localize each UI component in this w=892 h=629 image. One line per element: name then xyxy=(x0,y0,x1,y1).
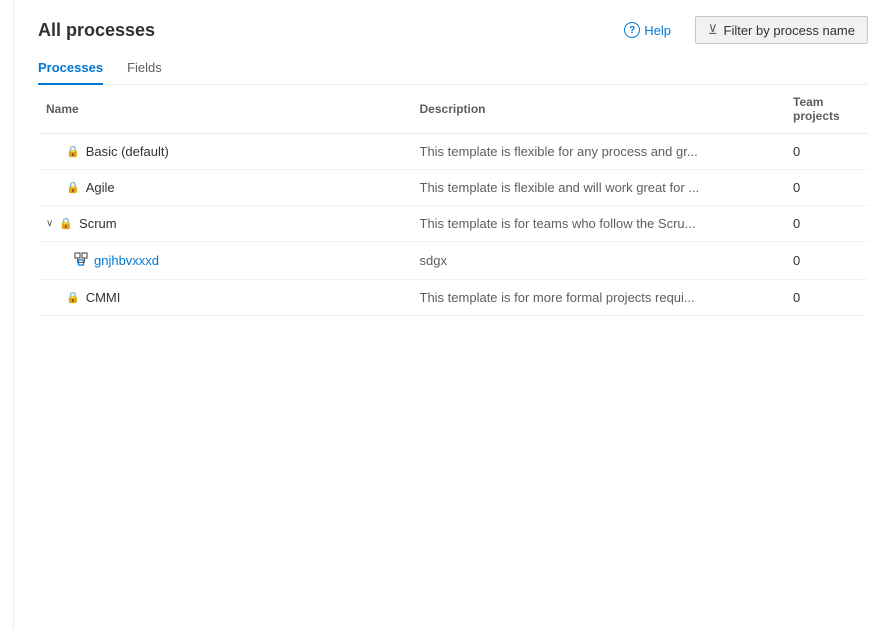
process-name-agile: Agile xyxy=(86,180,115,195)
table-row: ∨ 🔒 Scrum This template is for teams who fo… xyxy=(38,206,868,242)
tab-fields[interactable]: Fields xyxy=(127,52,162,85)
lock-icon: 🔒 xyxy=(66,291,80,304)
name-cell-scrum: ∨ 🔒 Scrum xyxy=(46,216,404,231)
processes-table-container: Name Description Team projects 🔒 Basic (d… xyxy=(38,85,868,629)
processes-table: Name Description Team projects 🔒 Basic (d… xyxy=(38,85,868,316)
description-cell-gnjhbvxxxd: sdgx xyxy=(412,242,786,280)
help-button[interactable]: ? Help xyxy=(616,18,679,42)
page-title: All processes xyxy=(38,20,155,41)
expand-chevron-scrum[interactable]: ∨ xyxy=(46,218,53,229)
col-header-team-projects: Team projects xyxy=(785,85,868,134)
help-icon: ? xyxy=(624,22,640,38)
lock-icon: 🔒 xyxy=(59,217,73,230)
table-row: 🔒 CMMI This template is for more formal pr… xyxy=(38,280,868,316)
page-header: All processes ? Help ⊻ Filter by process… xyxy=(38,16,868,44)
filter-label: Filter by process name xyxy=(724,23,856,38)
table-row: gnjhbvxxxd sdgx0 xyxy=(38,242,868,280)
tabs-bar: Processes Fields xyxy=(38,52,868,85)
table-row: 🔒 Basic (default) This template is flexibl… xyxy=(38,134,868,170)
help-label: Help xyxy=(644,23,671,38)
header-actions: ? Help ⊻ Filter by process name xyxy=(616,16,868,44)
description-cell-basic: This template is flexible for any proces… xyxy=(412,134,786,170)
description-cell-scrum: This template is for teams who follow th… xyxy=(412,206,786,242)
table-header-row: Name Description Team projects xyxy=(38,85,868,134)
name-cell-cmmi: 🔒 CMMI xyxy=(46,290,404,305)
lock-icon: 🔒 xyxy=(66,181,80,194)
process-name-link-gnjhbvxxxd[interactable]: gnjhbvxxxd xyxy=(94,253,159,268)
description-cell-agile: This template is flexible and will work … xyxy=(412,170,786,206)
col-header-name: Name xyxy=(38,85,412,134)
col-header-description: Description xyxy=(412,85,786,134)
team-projects-cell-basic: 0 xyxy=(785,134,868,170)
name-cell-gnjhbvxxxd: gnjhbvxxxd xyxy=(74,252,404,269)
name-cell-basic: 🔒 Basic (default) xyxy=(46,144,404,159)
team-projects-cell-gnjhbvxxxd: 0 xyxy=(785,242,868,280)
description-cell-cmmi: This template is for more formal project… xyxy=(412,280,786,316)
lock-icon: 🔒 xyxy=(66,145,80,158)
filter-button[interactable]: ⊻ Filter by process name xyxy=(695,16,868,44)
process-icon xyxy=(74,252,88,269)
team-projects-cell-agile: 0 xyxy=(785,170,868,206)
filter-icon: ⊻ xyxy=(708,22,718,38)
process-name-basic: Basic (default) xyxy=(86,144,169,159)
process-name-scrum: Scrum xyxy=(79,216,117,231)
table-row: 🔒 Agile This template is flexible and will… xyxy=(38,170,868,206)
process-name-cmmi: CMMI xyxy=(86,290,121,305)
name-cell-agile: 🔒 Agile xyxy=(46,180,404,195)
team-projects-cell-scrum: 0 xyxy=(785,206,868,242)
tab-processes[interactable]: Processes xyxy=(38,52,103,85)
team-projects-cell-cmmi: 0 xyxy=(785,280,868,316)
